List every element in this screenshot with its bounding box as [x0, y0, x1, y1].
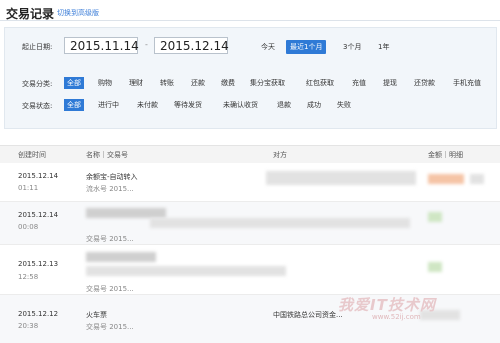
row-time: 12:58: [18, 273, 39, 281]
divider: [0, 20, 500, 21]
row-name[interactable]: 余额宝-自动转入: [86, 172, 138, 182]
category-phone-topup[interactable]: 手机充值: [453, 77, 481, 89]
category-repayment[interactable]: 还款: [191, 77, 205, 89]
blurred-counterparty: [266, 171, 416, 185]
status-refund[interactable]: 退款: [277, 99, 291, 111]
status-unconfirmed-receipt[interactable]: 未确认收货: [223, 99, 258, 111]
watermark-url: www.52ij.com: [372, 313, 421, 321]
status-in-progress[interactable]: 进行中: [98, 99, 119, 111]
quick-range-3-months[interactable]: 3个月: [343, 40, 361, 54]
end-date-input[interactable]: 2015.12.14: [154, 37, 229, 54]
row-date: 2015.12.12: [18, 310, 59, 318]
column-amount-detail: 金额｜明细: [428, 151, 463, 159]
blurred-name: [86, 208, 166, 218]
quick-range-1-month[interactable]: 最近1个月: [286, 40, 327, 54]
category-payment[interactable]: 缴费: [221, 77, 235, 89]
blurred-amount: [428, 262, 442, 272]
column-counterparty: 对方: [273, 151, 287, 159]
row-date: 2015.12.13: [18, 260, 59, 268]
category-topup[interactable]: 充值: [352, 77, 366, 89]
category-shopping[interactable]: 购物: [98, 77, 112, 89]
row-name[interactable]: 火车票: [86, 310, 107, 320]
category-all[interactable]: 全部: [64, 77, 84, 89]
row-trade-no: 交易号 2015...: [86, 235, 134, 243]
row-date: 2015.12.14: [18, 172, 59, 180]
row-trade-no: 交易号 2015...: [86, 323, 134, 331]
start-date-input[interactable]: 2015.11.14: [64, 37, 139, 54]
category-red-packet[interactable]: 红包获取: [306, 77, 334, 89]
column-created-time: 创建时间: [18, 151, 46, 159]
category-finance[interactable]: 理财: [129, 77, 143, 89]
status-awaiting-shipment[interactable]: 等待发货: [174, 99, 202, 111]
blurred-name: [86, 252, 156, 262]
date-range-label: 起止日期:: [22, 43, 53, 51]
watermark-text: 我爱IT技术网: [338, 296, 436, 314]
blurred-amount: [428, 212, 442, 222]
category-label: 交易分类:: [22, 80, 53, 88]
row-serial-no: 流水号 2015...: [86, 185, 134, 193]
status-all[interactable]: 全部: [64, 99, 84, 111]
column-name-trade-no: 名称｜交易号: [86, 151, 128, 159]
category-withdraw[interactable]: 提现: [383, 77, 397, 89]
blurred-details: [150, 218, 410, 228]
row-trade-no: 交易号 2015...: [86, 285, 134, 293]
table-header: [0, 145, 500, 164]
blurred-details: [86, 266, 286, 276]
row-time: 20:38: [18, 322, 39, 330]
status-unpaid[interactable]: 未付款: [137, 99, 158, 111]
row-time: 01:11: [18, 184, 39, 192]
table-row[interactable]: [0, 163, 500, 201]
quick-range-1-year[interactable]: 1年: [378, 40, 389, 54]
row-time: 00:08: [18, 223, 39, 231]
category-jifenbao[interactable]: 集分宝获取: [250, 77, 285, 89]
blurred-detail: [470, 174, 484, 184]
status-failed[interactable]: 失败: [337, 99, 351, 111]
quick-range-today[interactable]: 今天: [261, 40, 275, 54]
status-label: 交易状态:: [22, 102, 53, 110]
status-success[interactable]: 成功: [307, 99, 321, 111]
range-separator: -: [145, 40, 148, 49]
row-counterparty: 中国铁路总公司资金...: [273, 311, 343, 319]
blurred-amount: [428, 174, 464, 184]
category-loan-repay[interactable]: 还贷款: [414, 77, 435, 89]
category-transfer[interactable]: 转账: [160, 77, 174, 89]
row-date: 2015.12.14: [18, 211, 59, 219]
switch-advanced-link[interactable]: 切换到高级版: [57, 8, 99, 18]
